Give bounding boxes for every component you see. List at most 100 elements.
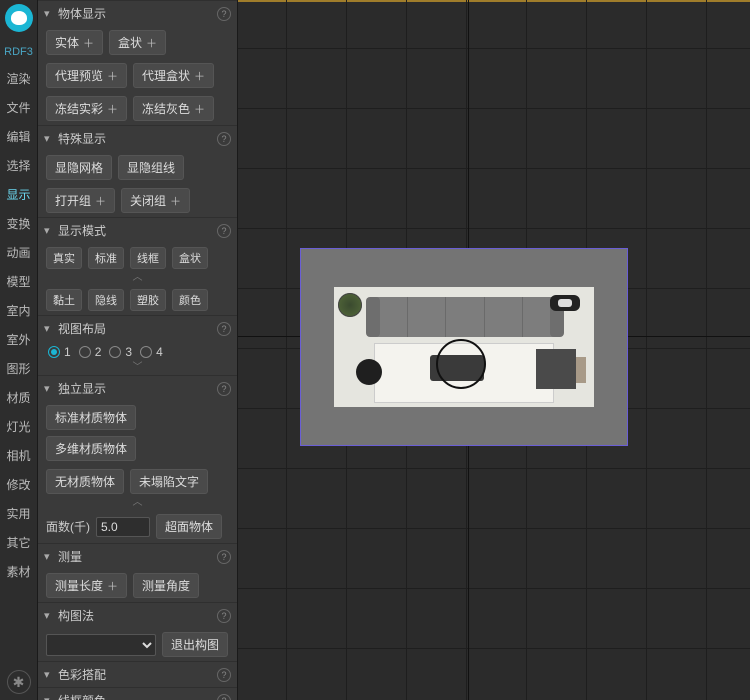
btn-open-group[interactable]: 打开组＋: [46, 188, 115, 213]
btn-mode-std[interactable]: 标准: [88, 247, 124, 269]
rail-item-3[interactable]: 选择: [6, 151, 30, 180]
btn-over-faces[interactable]: 超面物体: [156, 514, 222, 539]
help-icon[interactable]: ?: [217, 7, 231, 21]
rail-item-9[interactable]: 室外: [6, 325, 30, 354]
btn-mode-clay[interactable]: 黏土: [46, 289, 82, 311]
layout-radio-group: 1234: [38, 341, 237, 363]
btn-freeze-color[interactable]: 冻结实彩＋: [46, 96, 127, 121]
side-table-prop: [536, 349, 576, 389]
section-viewport-layout[interactable]: ▾ 视图布局 ?: [38, 315, 237, 341]
btn-no-collapse[interactable]: 未塌陷文字: [130, 469, 208, 494]
section-wire-color[interactable]: ▾ 线框颜色 ?: [38, 687, 237, 700]
btn-mode-hidden[interactable]: 隐线: [88, 289, 124, 311]
rail-item-10[interactable]: 图形: [6, 354, 30, 383]
chevron-down-icon: ▾: [44, 382, 58, 395]
app-logo: [5, 4, 33, 32]
rail-item-6[interactable]: 动画: [6, 238, 30, 267]
btn-toggle-grid[interactable]: 显隐网格: [46, 155, 112, 180]
rail-item-11[interactable]: 材质: [6, 383, 30, 412]
lamp-prop: [550, 295, 580, 311]
section-color-match[interactable]: ▾ 色彩搭配 ?: [38, 661, 237, 687]
plus-icon: ＋: [107, 68, 118, 84]
rail-item-2[interactable]: 编辑: [6, 122, 30, 151]
section-title: 独立显示: [58, 380, 106, 397]
btn-mode-plastic[interactable]: 塑胶: [130, 289, 166, 311]
btn-mode-color[interactable]: 颜色: [172, 289, 208, 311]
btn-mode-wire[interactable]: 线框: [130, 247, 166, 269]
section-title: 显示模式: [58, 222, 106, 239]
btn-close-group[interactable]: 关闭组＋: [121, 188, 190, 213]
btn-measure-length[interactable]: 测量长度＋: [46, 573, 127, 598]
pouf-prop: [356, 359, 382, 385]
plant-prop: [338, 293, 362, 317]
btn-mode-box[interactable]: 盒状: [172, 247, 208, 269]
collapse-caret-icon[interactable]: ︿: [38, 498, 237, 510]
rail-item-0[interactable]: 渲染: [6, 64, 30, 93]
chevron-down-icon: ▾: [44, 7, 58, 20]
layout-radio-4[interactable]: 4: [140, 345, 163, 359]
btn-multi-mat[interactable]: 多维材质物体: [46, 436, 136, 461]
rail-item-8[interactable]: 室内: [6, 296, 30, 325]
section-object-display[interactable]: ▾ 物体显示 ?: [38, 0, 237, 26]
plus-icon: ＋: [107, 578, 118, 594]
btn-measure-angle[interactable]: 测量角度: [133, 573, 199, 598]
rail-item-5[interactable]: 变换: [6, 209, 30, 238]
coffee-table-prop: [430, 355, 484, 381]
help-icon[interactable]: ?: [217, 609, 231, 623]
plus-icon: ＋: [194, 101, 205, 117]
rail-item-13[interactable]: 相机: [6, 441, 30, 470]
layout-radio-1[interactable]: 1: [48, 345, 71, 359]
section-special-display[interactable]: ▾ 特殊显示 ?: [38, 125, 237, 151]
btn-freeze-gray[interactable]: 冻结灰色＋: [133, 96, 214, 121]
help-icon[interactable]: ?: [217, 132, 231, 146]
section-composition[interactable]: ▾ 构图法 ?: [38, 602, 237, 628]
expand-caret-icon[interactable]: ﹀: [38, 363, 237, 375]
rail-item-1[interactable]: 文件: [6, 93, 30, 122]
viewport[interactable]: [238, 0, 750, 700]
plus-icon: ＋: [83, 35, 94, 51]
rail-item-7[interactable]: 模型: [6, 267, 30, 296]
rail-item-14[interactable]: 修改: [6, 470, 30, 499]
rail-item-17[interactable]: 素材: [6, 557, 30, 586]
rail-item-15[interactable]: 实用: [6, 499, 30, 528]
btn-box[interactable]: 盒状＋: [109, 30, 166, 55]
collapse-caret-icon[interactable]: ︿: [38, 273, 237, 285]
btn-mode-real[interactable]: 真实: [46, 247, 82, 269]
plus-icon: ＋: [107, 101, 118, 117]
help-icon[interactable]: ?: [217, 224, 231, 238]
btn-std-mat[interactable]: 标准材质物体: [46, 405, 136, 430]
help-icon[interactable]: ?: [217, 694, 231, 700]
layout-radio-3[interactable]: 3: [109, 345, 132, 359]
section-title: 色彩搭配: [58, 666, 106, 683]
help-icon[interactable]: ?: [217, 382, 231, 396]
rail-item-12[interactable]: 灯光: [6, 412, 30, 441]
render-preview: [300, 248, 628, 446]
btn-toggle-groupline[interactable]: 显隐组线: [118, 155, 184, 180]
btn-no-mat[interactable]: 无材质物体: [46, 469, 124, 494]
chevron-down-icon: ▾: [44, 550, 58, 563]
chevron-down-icon: ▾: [44, 132, 58, 145]
chevron-down-icon: ▾: [44, 694, 58, 700]
rail-item-16[interactable]: 其它: [6, 528, 30, 557]
settings-gear-icon[interactable]: ✱: [7, 670, 31, 694]
help-icon[interactable]: ?: [217, 550, 231, 564]
faces-input[interactable]: [96, 517, 150, 537]
btn-solid[interactable]: 实体＋: [46, 30, 103, 55]
plus-icon: ＋: [95, 193, 106, 209]
section-isolate[interactable]: ▾ 独立显示 ?: [38, 375, 237, 401]
btn-proxy-preview[interactable]: 代理预览＋: [46, 63, 127, 88]
chevron-down-icon: ▾: [44, 609, 58, 622]
rail-rdf[interactable]: RDF3: [0, 40, 37, 64]
help-icon[interactable]: ?: [217, 322, 231, 336]
plus-icon: ＋: [194, 68, 205, 84]
btn-proxy-box[interactable]: 代理盒状＋: [133, 63, 214, 88]
section-display-mode[interactable]: ▾ 显示模式 ?: [38, 217, 237, 243]
section-measure[interactable]: ▾ 测量 ?: [38, 543, 237, 569]
composition-combo[interactable]: [46, 634, 156, 656]
room-scene: [334, 287, 594, 407]
section-title: 测量: [58, 548, 82, 565]
rail-item-4[interactable]: 显示: [6, 180, 30, 209]
help-icon[interactable]: ?: [217, 668, 231, 682]
btn-exit-composition[interactable]: 退出构图: [162, 632, 228, 657]
layout-radio-2[interactable]: 2: [79, 345, 102, 359]
